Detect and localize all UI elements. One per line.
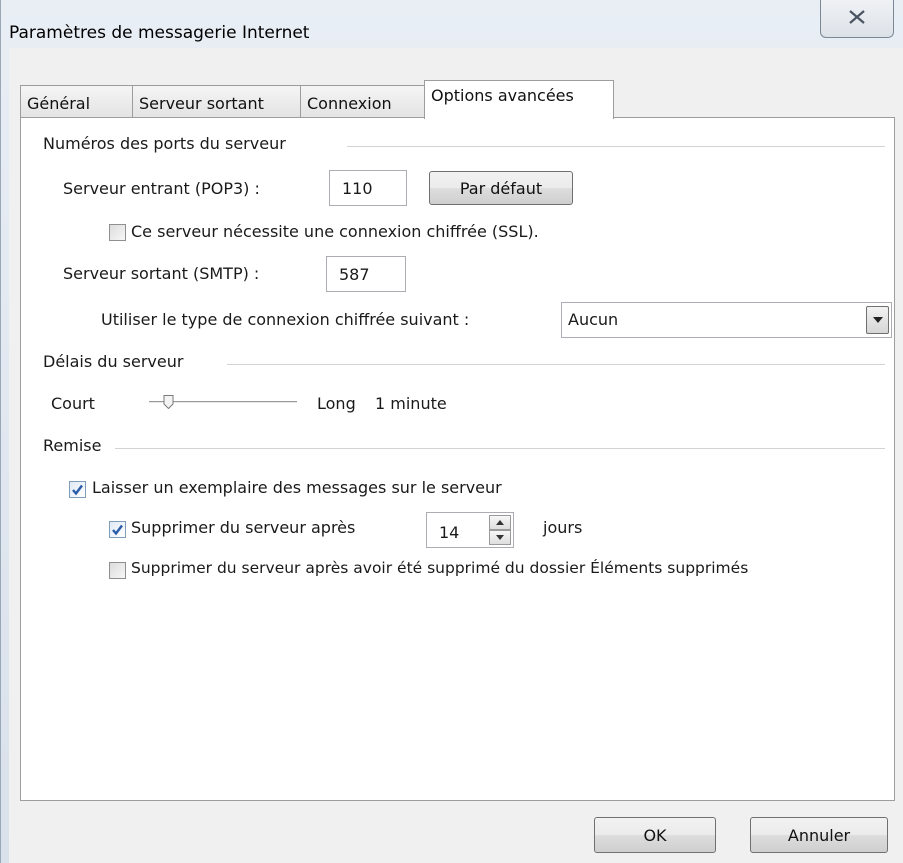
- dropdown-button[interactable]: [866, 306, 889, 334]
- outgoing-port-input[interactable]: 587: [326, 256, 406, 292]
- delivery-group-divider: [115, 448, 885, 449]
- remove-after-days-value: 14: [439, 523, 460, 542]
- leave-copy-checkbox[interactable]: [69, 481, 86, 498]
- delivery-group-label: Remise: [43, 436, 102, 455]
- ssl-checkbox[interactable]: [109, 224, 126, 241]
- close-button[interactable]: [820, 0, 894, 38]
- dialog-window: Paramètres de messagerie Internet Généra…: [0, 0, 903, 863]
- incoming-server-label: Serveur entrant (POP3) :: [63, 179, 260, 198]
- days-label: jours: [543, 518, 583, 537]
- encryption-type-value: Aucun: [568, 310, 619, 329]
- spin-up-button[interactable]: [489, 515, 511, 530]
- title-bar: Paramètres de messagerie Internet: [1, 0, 903, 48]
- remove-after-checkbox[interactable]: [109, 521, 126, 538]
- timeout-long-label: Long: [317, 394, 356, 413]
- dialog-client: Général Serveur sortant Connexion Option…: [9, 48, 903, 863]
- tab-general[interactable]: Général: [20, 85, 133, 118]
- remove-deleted-checkbox[interactable]: [109, 562, 126, 579]
- tab-outgoing-server[interactable]: Serveur sortant: [132, 85, 301, 118]
- encryption-type-label: Utiliser le type de connexion chiffrée s…: [101, 310, 470, 329]
- spin-down-icon: [496, 535, 504, 540]
- cancel-button[interactable]: Annuler: [750, 817, 888, 853]
- encryption-type-select[interactable]: Aucun: [561, 302, 892, 338]
- checkmark-icon: [112, 524, 123, 536]
- window-title: Paramètres de messagerie Internet: [9, 23, 310, 43]
- ports-group-divider: [347, 146, 885, 147]
- close-icon: [849, 9, 865, 24]
- default-ports-button[interactable]: Par défaut: [429, 171, 573, 205]
- remove-deleted-label: Supprimer du serveur après avoir été sup…: [131, 559, 749, 577]
- tab-advanced-options[interactable]: Options avancées: [424, 80, 614, 119]
- leave-copy-label: Laisser un exemplaire des messages sur l…: [92, 478, 502, 497]
- ok-button[interactable]: OK: [594, 817, 716, 853]
- remove-after-label: Supprimer du serveur après: [131, 518, 356, 537]
- spin-up-icon: [496, 520, 504, 525]
- remove-after-days-spinner[interactable]: 14: [426, 512, 514, 548]
- tab-panel: Numéros des ports du serveur Serveur ent…: [20, 117, 895, 801]
- chevron-down-icon: [872, 317, 883, 323]
- checkmark-icon: [72, 484, 83, 496]
- ssl-label: Ce serveur nécessite une connexion chiff…: [131, 222, 539, 241]
- timeouts-group-divider: [227, 364, 885, 365]
- tab-connection[interactable]: Connexion: [300, 85, 425, 118]
- timeout-value: 1 minute: [375, 394, 447, 413]
- incoming-port-input[interactable]: 110: [329, 170, 407, 206]
- outgoing-server-label: Serveur sortant (SMTP) :: [63, 264, 260, 283]
- ports-group-label: Numéros des ports du serveur: [43, 134, 286, 153]
- timeouts-group-label: Délais du serveur: [43, 352, 184, 371]
- timeout-short-label: Court: [51, 394, 95, 413]
- spin-down-button[interactable]: [489, 530, 511, 545]
- slider-thumb-icon[interactable]: [163, 395, 174, 409]
